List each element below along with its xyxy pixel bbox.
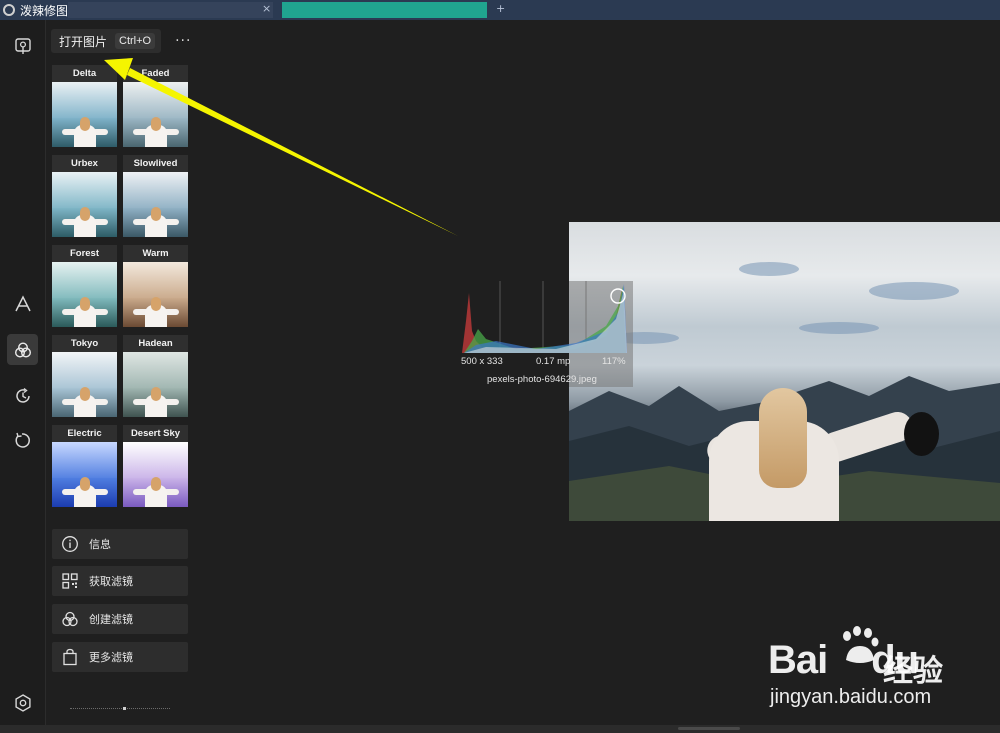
- open-image-icon: [14, 37, 31, 54]
- new-tab-icon[interactable]: +: [496, 2, 505, 15]
- filter-thumbnail: [52, 262, 117, 327]
- menu-item-label: 更多滤镜: [89, 651, 133, 664]
- filter-card[interactable]: Tokyo: [52, 335, 117, 419]
- history-icon: [15, 387, 30, 403]
- open-image-tooltip[interactable]: 打开图片 Ctrl+O: [51, 29, 162, 53]
- filter-name: Urbex: [52, 155, 117, 172]
- filter-thumbnail: [123, 442, 188, 507]
- filter-thumbnail: [123, 262, 188, 327]
- resize-handle[interactable]: [678, 727, 740, 730]
- background-tab[interactable]: [68, 2, 273, 18]
- filter-card[interactable]: Desert Sky: [123, 425, 188, 509]
- filter-name: Delta: [52, 65, 117, 82]
- title-bar: 泼辣修图 × +: [0, 0, 1000, 20]
- bottom-bar: [0, 725, 1000, 733]
- get-filters-menu-item[interactable]: 获取滤镜: [52, 566, 188, 596]
- filter-card[interactable]: Faded: [123, 65, 188, 149]
- undo-button[interactable]: [7, 424, 38, 455]
- filter-name: Slowlived: [123, 155, 188, 172]
- window-title: 泼辣修图: [20, 3, 69, 18]
- more-options-button[interactable]: ···: [175, 33, 191, 49]
- open-image-button[interactable]: [7, 30, 38, 61]
- file-name: pexels-photo-694629.jpeg: [487, 374, 597, 385]
- open-image-label: 打开图片: [59, 34, 108, 49]
- filter-card[interactable]: Electric: [52, 425, 117, 509]
- menu-item-label: 获取滤镜: [89, 575, 133, 588]
- filter-name: Hadean: [123, 335, 188, 352]
- filter-card[interactable]: Warm: [123, 245, 188, 329]
- shopping-bag-icon: [61, 648, 79, 666]
- filter-card[interactable]: Urbex: [52, 155, 117, 239]
- histogram-graph: [462, 281, 627, 353]
- filter-thumbnail: [52, 172, 117, 237]
- undo-icon: [15, 432, 30, 448]
- info-icon: [61, 535, 79, 553]
- filter-name: Forest: [52, 245, 117, 262]
- settings-button[interactable]: [7, 687, 38, 718]
- cloud-shape: [739, 262, 799, 276]
- filter-name: Faded: [123, 65, 188, 82]
- image-dimensions: 500 x 333: [461, 356, 503, 367]
- panel-toolbar: 打开图片 Ctrl+O ···: [51, 29, 191, 53]
- filter-thumbnail: [52, 442, 117, 507]
- filter-thumbnail: [52, 82, 117, 147]
- baidu-watermark: Bai du 经验 jingyan.baidu.com: [768, 626, 1000, 726]
- panel-scrollbar[interactable]: [70, 707, 170, 710]
- watermark-url: jingyan.baidu.com: [770, 686, 932, 708]
- cloud-shape: [869, 282, 959, 300]
- filter-name: Tokyo: [52, 335, 117, 352]
- history-tool-button[interactable]: [7, 380, 38, 411]
- filter-create-icon: [61, 610, 79, 628]
- close-tab-icon[interactable]: ×: [262, 2, 271, 15]
- filter-card[interactable]: Forest: [52, 245, 117, 329]
- background-tab[interactable]: [282, 2, 487, 18]
- filter-name: Electric: [52, 425, 117, 442]
- qr-code-icon: [61, 572, 79, 590]
- settings-icon: [14, 693, 31, 712]
- filter-card[interactable]: Delta: [52, 65, 117, 149]
- panel-divider: [45, 20, 46, 725]
- zoom-level: 117%: [602, 356, 626, 367]
- filter-name: Desert Sky: [123, 425, 188, 442]
- tool-rail: [0, 20, 45, 725]
- text-icon: [14, 294, 31, 311]
- hat-shape: [904, 412, 939, 456]
- scroll-knob[interactable]: [123, 707, 126, 710]
- create-filter-menu-item[interactable]: 创建滤镜: [52, 604, 188, 634]
- histogram-overlay: 500 x 333 0.17 mp 117% pexels-photo-6946…: [456, 281, 633, 387]
- filter-thumbnail: [123, 172, 188, 237]
- filter-card[interactable]: Slowlived: [123, 155, 188, 239]
- filters-tool-button[interactable]: [7, 334, 38, 365]
- menu-item-label: 创建滤镜: [89, 613, 133, 626]
- filter-card[interactable]: Hadean: [123, 335, 188, 419]
- filter-thumbnail: [52, 352, 117, 417]
- filter-name: Warm: [123, 245, 188, 262]
- image-megapixels: 0.17 mp: [536, 356, 571, 367]
- info-menu-item[interactable]: 信息: [52, 529, 188, 559]
- paw-icon: [843, 626, 879, 663]
- cloud-shape: [799, 322, 879, 334]
- filters-icon: [14, 341, 31, 358]
- shortcut-badge: Ctrl+O: [115, 33, 156, 49]
- photo-canvas[interactable]: [569, 222, 1000, 521]
- filter-thumbnail: [123, 82, 188, 147]
- menu-item-label: 信息: [89, 538, 111, 551]
- filter-thumbnail: [123, 352, 188, 417]
- more-filters-menu-item[interactable]: 更多滤镜: [52, 642, 188, 672]
- person-hair: [759, 388, 807, 488]
- text-tool-button[interactable]: [7, 288, 38, 319]
- watermark-cn: 经验: [883, 654, 943, 689]
- app-logo-icon: [3, 4, 15, 16]
